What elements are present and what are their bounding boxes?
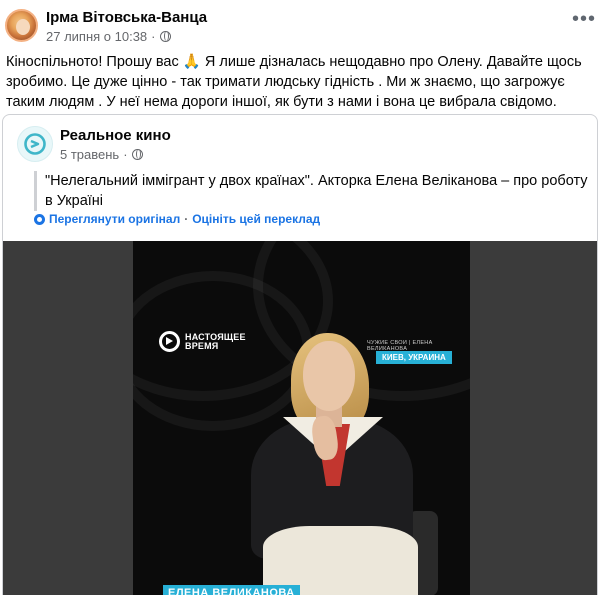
channel-name-line2: ВРЕМЯ <box>185 340 219 351</box>
rate-translation-link[interactable]: Оцініть цей переклад <box>192 212 320 226</box>
shared-page-name[interactable]: Реальное кино <box>60 127 171 144</box>
page-avatar[interactable] <box>17 126 53 162</box>
shared-meta: 5 травень · <box>60 147 143 162</box>
author-avatar[interactable] <box>5 9 38 42</box>
speaker-nameplate: ЕЛЕНА ВЕЛИКАНОВА <box>163 585 300 595</box>
meta-separator: · <box>123 147 128 162</box>
avatar-face <box>16 19 30 35</box>
translation-separator: · <box>184 212 189 226</box>
video-frame: НАСТОЯЩЕЕ ВРЕМЯ ЧУЖИЕ СВОИ | ЕЛЕНА ВЕЛИК… <box>133 241 470 595</box>
post-author[interactable]: Ірма Вітовська-Ванца <box>46 9 207 26</box>
shared-date[interactable]: 5 травень <box>60 147 119 162</box>
post-text: Кіноспільното! Прошу вас 🙏 Я лише дізнал… <box>6 54 582 110</box>
meta-separator: · <box>151 29 156 44</box>
location-badge: КИЕВ, УКРАИНА <box>376 351 452 364</box>
channel-name: НАСТОЯЩЕЕ ВРЕМЯ <box>185 332 246 351</box>
translate-icon <box>34 213 45 225</box>
person-face <box>303 341 355 411</box>
see-original-link[interactable]: Переглянути оригінал <box>49 212 180 226</box>
globe-icon[interactable] <box>159 31 171 42</box>
post-meta: 27 липня о 10:38 · <box>46 29 171 44</box>
channel-logo: НАСТОЯЩЕЕ ВРЕМЯ <box>159 331 246 352</box>
play-logo-icon <box>24 133 46 155</box>
translation-bar: Переглянути оригінал · Оцініть цей перек… <box>34 212 320 226</box>
channel-play-icon <box>159 331 180 352</box>
post-date[interactable]: 27 липня о 10:38 <box>46 29 147 44</box>
video-player[interactable]: НАСТОЯЩЕЕ ВРЕМЯ ЧУЖИЕ СВОИ | ЕЛЕНА ВЕЛИК… <box>3 241 597 595</box>
facebook-post: Ірма Вітовська-Ванца 27 липня о 10:38 · … <box>0 0 600 595</box>
globe-icon[interactable] <box>131 149 143 160</box>
shared-quote: "Нелегальний іммігрант у двох країнах". … <box>34 171 589 211</box>
shared-post-card[interactable]: Реальное кино 5 травень · "Нелегальний і… <box>2 114 598 595</box>
more-options-button[interactable]: ••• <box>572 9 596 29</box>
